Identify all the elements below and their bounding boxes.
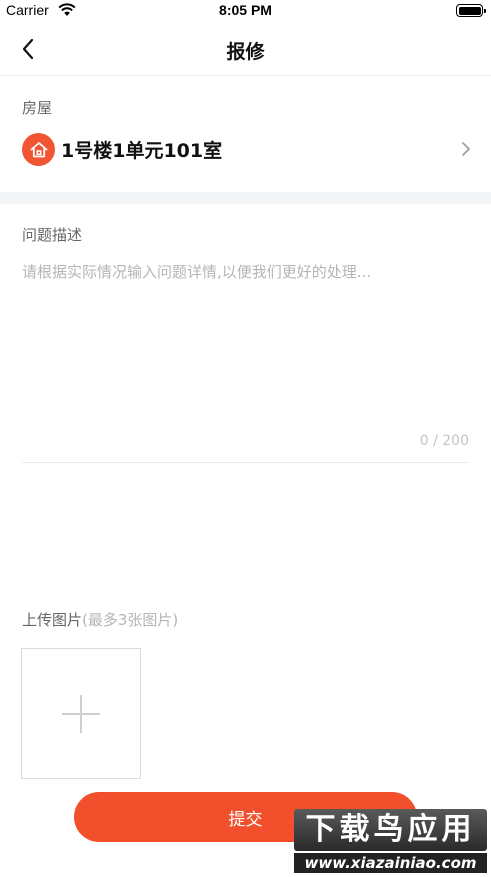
clock: 8:05 PM: [219, 2, 272, 18]
house-icon: [22, 133, 55, 166]
page-title: 报修: [226, 41, 265, 63]
battery-icon: [456, 4, 486, 17]
watermark-url: www.xiazainiao.com: [294, 853, 487, 873]
section-divider: [0, 192, 491, 204]
house-selector[interactable]: 1号楼1单元101室: [0, 127, 491, 171]
problem-description-input[interactable]: [22, 262, 470, 422]
add-image-button[interactable]: [21, 648, 141, 779]
chevron-right-icon: [462, 142, 470, 156]
status-bar: Carrier 8:05 PM: [0, 0, 491, 22]
upload-title: 上传图片: [22, 611, 83, 629]
house-name: 1号楼1单元101室: [61, 140, 223, 162]
watermark-title: 下载鸟应用: [294, 809, 487, 851]
plus-icon: [62, 694, 100, 733]
watermark-logo: 下载鸟应用 www.xiazainiao.com: [291, 807, 489, 875]
upload-hint: (最多3张图片): [82, 611, 179, 629]
input-divider: [22, 462, 470, 463]
char-counter: 0 / 200: [419, 433, 469, 449]
problem-label: 问题描述: [22, 226, 83, 244]
house-label: 房屋: [22, 99, 53, 117]
upload-label: 上传图片(最多3张图片): [22, 609, 178, 630]
navigation-bar: 报修: [0, 22, 491, 76]
house-section: 房屋 1号楼1单元101室: [0, 77, 491, 192]
